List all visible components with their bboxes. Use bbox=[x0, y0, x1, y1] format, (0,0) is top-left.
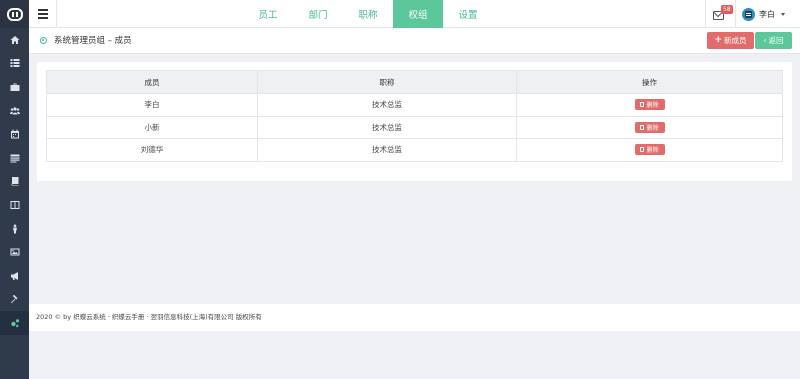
table-row: 李白 技术总监 删除 bbox=[46, 93, 783, 117]
member-title: 技术总监 bbox=[257, 93, 517, 117]
breadcrumb: 系统管理员组 – 成员 bbox=[54, 36, 132, 46]
members-table: 成员 职称 操作 李白 技术总监 删除 小新 技术总监 删除 刘德华 技术总监 … bbox=[46, 70, 783, 162]
member-name: 李白 bbox=[46, 93, 258, 117]
sidebar-item-columns[interactable] bbox=[0, 193, 29, 217]
person-icon bbox=[12, 224, 17, 234]
member-name: 刘德华 bbox=[46, 138, 258, 162]
sidebar-item-permissions[interactable] bbox=[0, 311, 29, 335]
user-name: 李白 bbox=[759, 9, 775, 19]
plus-icon: + bbox=[714, 35, 723, 45]
logo-icon bbox=[6, 7, 23, 21]
copyright-text: 2020 © by 织蝶云系统 · 织蝶云手册 · 翌羽信息科技(上海)有限公司… bbox=[36, 313, 262, 321]
tab-employees[interactable]: 员工 bbox=[243, 0, 293, 28]
column-header-action: 操作 bbox=[516, 70, 783, 94]
users-icon bbox=[9, 106, 20, 115]
sidebar-item-home[interactable] bbox=[0, 28, 29, 52]
top-bar: 员工 部门 职称 权组 设置 58 李白 bbox=[29, 0, 800, 28]
sidebar-item-briefcase[interactable] bbox=[0, 75, 29, 99]
home-icon bbox=[10, 35, 19, 44]
image-icon bbox=[10, 248, 19, 256]
sidebar-item-calendar[interactable] bbox=[0, 122, 29, 146]
sidebar-item-person[interactable] bbox=[0, 217, 29, 241]
app-logo[interactable] bbox=[0, 0, 29, 28]
caret-down-icon bbox=[781, 12, 785, 16]
delete-button[interactable]: 删除 bbox=[634, 121, 665, 133]
mail-button[interactable]: 58 bbox=[705, 0, 735, 28]
sidebar-item-users[interactable] bbox=[0, 99, 29, 123]
new-member-button[interactable]: + 新成员 bbox=[707, 32, 754, 49]
menu-toggle-button[interactable] bbox=[29, 0, 57, 28]
mail-count-badge: 58 bbox=[721, 5, 733, 14]
member-name: 小新 bbox=[46, 115, 258, 139]
column-header-title: 职称 bbox=[257, 70, 517, 94]
sidebar-item-gavel[interactable] bbox=[0, 288, 29, 312]
news-icon bbox=[10, 154, 19, 163]
tab-titles[interactable]: 职称 bbox=[343, 0, 393, 28]
delete-button[interactable]: 删除 bbox=[634, 99, 665, 111]
top-nav-tabs: 员工 部门 职称 权组 设置 bbox=[243, 0, 493, 28]
members-card: 成员 职称 操作 李白 技术总监 删除 小新 技术总监 删除 刘德华 技术总监 … bbox=[37, 62, 792, 181]
new-member-label: 新成员 bbox=[724, 36, 747, 45]
trash-icon bbox=[640, 102, 645, 108]
book-icon bbox=[10, 177, 18, 186]
back-button[interactable]: ‹ 返回 bbox=[755, 32, 792, 49]
delete-button[interactable]: 删除 bbox=[634, 144, 665, 156]
sidebar-item-list[interactable] bbox=[0, 52, 29, 76]
tab-settings[interactable]: 设置 bbox=[443, 0, 493, 28]
back-label: 返回 bbox=[768, 36, 784, 45]
chevron-left-icon: ‹ bbox=[763, 36, 767, 45]
sidebar-item-megaphone[interactable] bbox=[0, 264, 29, 288]
cogs-icon bbox=[10, 319, 19, 328]
sidebar bbox=[0, 0, 29, 379]
briefcase-icon bbox=[10, 83, 19, 91]
gavel-icon bbox=[10, 295, 17, 304]
column-header-member: 成员 bbox=[46, 70, 258, 94]
tab-departments[interactable]: 部门 bbox=[293, 0, 343, 28]
trash-icon bbox=[640, 147, 645, 153]
sidebar-item-image[interactable] bbox=[0, 240, 29, 264]
table-header-row: 成员 职称 操作 bbox=[46, 70, 783, 94]
hamburger-icon bbox=[37, 9, 48, 11]
member-title: 技术总监 bbox=[257, 115, 517, 139]
sidebar-item-book[interactable] bbox=[0, 170, 29, 194]
columns-icon bbox=[10, 200, 19, 209]
avatar bbox=[742, 7, 755, 21]
calendar-icon bbox=[10, 129, 19, 139]
table-row: 小新 技术总监 删除 bbox=[46, 115, 783, 139]
footer: 2020 © by 织蝶云系统 · 织蝶云手册 · 翌羽信息科技(上海)有限公司… bbox=[29, 304, 800, 331]
table-row: 刘德华 技术总监 删除 bbox=[46, 138, 783, 162]
member-title: 技术总监 bbox=[257, 138, 517, 162]
list-icon bbox=[10, 59, 19, 68]
sidebar-item-news[interactable] bbox=[0, 146, 29, 170]
tab-permission-groups[interactable]: 权组 bbox=[393, 0, 443, 28]
megaphone-icon bbox=[10, 271, 18, 280]
page-header: 系统管理员组 – 成员 + 新成员 ‹ 返回 bbox=[29, 28, 800, 54]
trash-icon bbox=[640, 124, 645, 130]
target-icon bbox=[40, 37, 47, 44]
user-menu[interactable]: 李白 bbox=[735, 0, 800, 28]
